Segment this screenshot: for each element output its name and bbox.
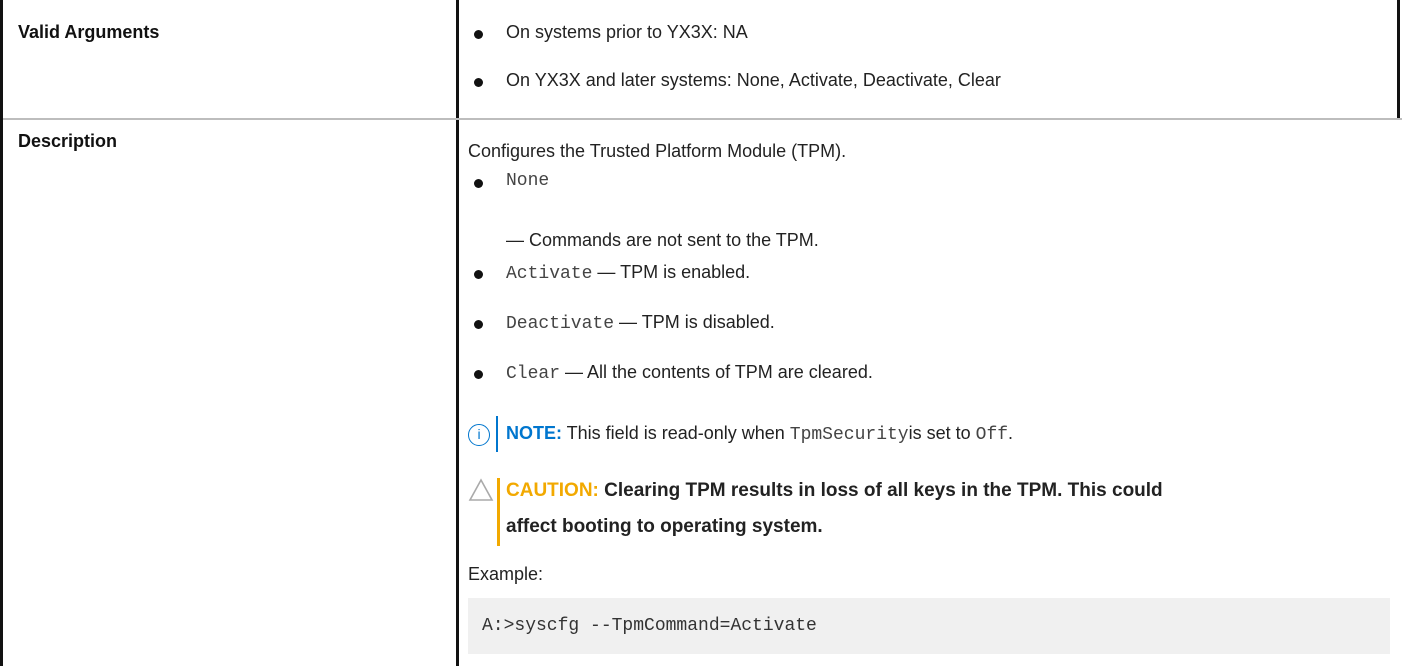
bullet-icon (474, 179, 483, 188)
description-label: Description (18, 131, 118, 151)
bullet-icon (474, 320, 483, 329)
caution-label: CAUTION: (506, 480, 599, 501)
table-right-border (1397, 0, 1400, 118)
info-icon: i (468, 424, 490, 446)
note-text-part: is set to (908, 423, 976, 443)
option-line: Activate — TPM is enabled. (506, 262, 750, 284)
note-label: NOTE: (506, 423, 562, 443)
note-text-part: This field is read-only when (562, 423, 790, 443)
option-text: — All the contents of TPM are cleared. (560, 362, 873, 382)
option-code: Activate (506, 264, 593, 284)
option-code: None (506, 171, 550, 191)
option-line: Deactivate — TPM is disabled. (506, 312, 775, 334)
bullet-icon (474, 370, 483, 379)
row-divider (3, 118, 1402, 120)
warning-triangle-icon (468, 478, 494, 501)
option-line: Clear — All the contents of TPM are clea… (506, 362, 873, 384)
bullet-icon (474, 30, 483, 39)
option-text: — TPM is disabled. (614, 312, 775, 332)
code-block: A:>syscfg --TpmCommand=Activate (468, 598, 1390, 654)
column-divider (456, 0, 459, 666)
option-code: Deactivate (506, 314, 615, 334)
settings-table: Valid Arguments On systems prior to YX3X… (0, 0, 1402, 666)
valid-arguments-label: Valid Arguments (18, 22, 160, 42)
option-text: — TPM is enabled. (592, 262, 751, 282)
caution-text-part: Clearing TPM results in loss of all keys… (598, 480, 1163, 501)
description-intro: Configures the Trusted Platform Module (… (468, 141, 847, 161)
option-text: — Commands are not sent to the TPM. (506, 230, 819, 250)
example-label: Example: (468, 564, 544, 584)
table-left-border (0, 0, 3, 666)
caution-text: CAUTION: Clearing TPM results in loss of… (506, 480, 1163, 502)
note-text-part: . (1008, 423, 1014, 443)
caution-accent-bar (497, 478, 500, 546)
valid-argument-item: On YX3X and later systems: None, Activat… (506, 70, 1001, 90)
note-accent-bar (496, 416, 498, 452)
bullet-icon (474, 270, 483, 279)
bullet-icon (474, 78, 483, 87)
note-text: NOTE: This field is read-only when TpmSe… (506, 423, 1013, 445)
inline-code: Off (975, 425, 1009, 445)
caution-text-line2: affect booting to operating system. (506, 516, 823, 537)
valid-argument-item: On systems prior to YX3X: NA (506, 22, 748, 42)
code-line: A:>syscfg --TpmCommand=Activate (482, 616, 817, 636)
inline-code: TpmSecurity (789, 425, 909, 445)
option-code: Clear (506, 364, 561, 384)
